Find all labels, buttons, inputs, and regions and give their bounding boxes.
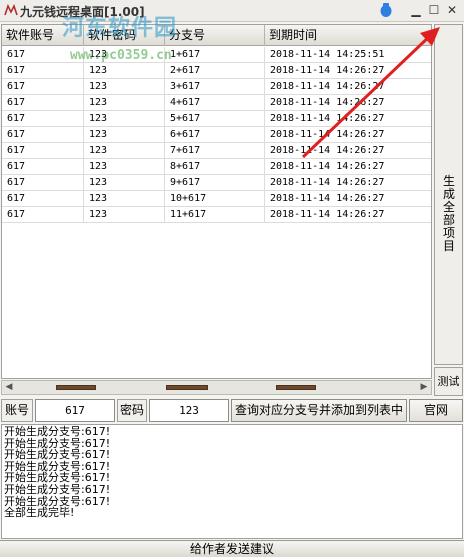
cell-expiry: 2018-11-14 14:26:27 — [265, 159, 431, 175]
cell-password: 123 — [84, 79, 165, 95]
cell-password: 123 — [84, 191, 165, 207]
scroll-left-icon[interactable]: ◀ — [2, 381, 16, 394]
password-label: 密码 — [117, 399, 147, 422]
cell-branch: 11+617 — [165, 207, 265, 223]
cell-expiry: 2018-11-14 14:26:27 — [265, 63, 431, 79]
branch-table[interactable]: 软件账号 软件密码 分支号 到期时间 617 123 1+617 2018-11-14… — [1, 24, 432, 379]
cell-password: 123 — [84, 159, 165, 175]
official-site-button[interactable]: 官网 — [409, 399, 463, 422]
cell-password: 123 — [84, 175, 165, 191]
cell-branch: 2+617 — [165, 63, 265, 79]
table-row[interactable]: 617 123 4+617 2018-11-14 14:26:27 — [2, 95, 431, 111]
cell-account: 617 — [2, 79, 84, 95]
table-row[interactable]: 617 123 1+617 2018-11-14 14:25:51 — [2, 47, 431, 63]
table-row[interactable]: 617 123 11+617 2018-11-14 14:26:27 — [2, 207, 431, 223]
generate-all-label: 生成全部项目 — [442, 174, 455, 253]
cell-expiry: 2018-11-14 14:26:27 — [265, 127, 431, 143]
cell-expiry: 2018-11-14 14:26:27 — [265, 95, 431, 111]
cell-account: 617 — [2, 63, 84, 79]
cell-password: 123 — [84, 63, 165, 79]
cell-branch: 7+617 — [165, 143, 265, 159]
cell-branch: 9+617 — [165, 175, 265, 191]
test-button[interactable]: 测试 — [434, 367, 463, 396]
table-row[interactable]: 617 123 9+617 2018-11-14 14:26:27 — [2, 175, 431, 191]
log-line: 开始生成分支号:617! — [4, 482, 111, 496]
cell-branch: 4+617 — [165, 95, 265, 111]
send-feedback-button[interactable]: 给作者发送建议 — [0, 540, 464, 557]
cell-expiry: 2018-11-14 14:26:27 — [265, 79, 431, 95]
window-title: 九元钱远程桌面[1.00] — [20, 5, 145, 19]
cell-password: 123 — [84, 47, 165, 63]
horizontal-scrollbar[interactable]: ◀ ▶ — [1, 380, 432, 395]
cell-branch: 10+617 — [165, 191, 265, 207]
table-row[interactable]: 617 123 2+617 2018-11-14 14:26:27 — [2, 63, 431, 79]
query-add-button[interactable]: 查询对应分支号并添加到列表中 — [231, 399, 407, 422]
title-bar: 九元钱远程桌面[1.00] ▁ ☐ ✕ — [0, 0, 464, 22]
cell-account: 617 — [2, 159, 84, 175]
cell-account: 617 — [2, 95, 84, 111]
table-row[interactable]: 617 123 3+617 2018-11-14 14:26:27 — [2, 79, 431, 95]
cell-account: 617 — [2, 111, 84, 127]
account-input[interactable]: 617 — [35, 399, 115, 422]
cell-password: 123 — [84, 95, 165, 111]
password-input[interactable]: 123 — [149, 399, 229, 422]
cell-expiry: 2018-11-14 14:26:27 — [265, 175, 431, 191]
cell-branch: 6+617 — [165, 127, 265, 143]
cell-password: 123 — [84, 111, 165, 127]
cell-branch: 5+617 — [165, 111, 265, 127]
table-row[interactable]: 617 123 10+617 2018-11-14 14:26:27 — [2, 191, 431, 207]
query-toolbar: 账号 617 密码 123 查询对应分支号并添加到列表中 官网 — [0, 399, 464, 422]
cell-account: 617 — [2, 207, 84, 223]
cell-expiry: 2018-11-14 14:25:51 — [265, 47, 431, 63]
account-label: 账号 — [1, 399, 33, 422]
app-icon — [4, 4, 18, 16]
column-header-password[interactable]: 软件密码 — [84, 25, 165, 46]
cell-account: 617 — [2, 47, 84, 63]
cell-password: 123 — [84, 207, 165, 223]
cell-expiry: 2018-11-14 14:26:27 — [265, 111, 431, 127]
cell-password: 123 — [84, 127, 165, 143]
cell-account: 617 — [2, 191, 84, 207]
log-line: 开始生成分支号:617! — [4, 425, 111, 438]
table-row[interactable]: 617 123 7+617 2018-11-14 14:26:27 — [2, 143, 431, 159]
column-header-branch[interactable]: 分支号 — [165, 25, 265, 46]
column-header-account[interactable]: 软件账号 — [2, 25, 84, 46]
table-row[interactable]: 617 123 5+617 2018-11-14 14:26:27 — [2, 111, 431, 127]
cell-account: 617 — [2, 143, 84, 159]
generate-all-button[interactable]: 生成全部项目 — [434, 24, 463, 365]
log-output[interactable]: 开始生成分支号:617! 开始生成分支号:617! 开始生成分支号:617! 开… — [1, 424, 463, 539]
scroll-thumb[interactable] — [166, 385, 208, 390]
cell-account: 617 — [2, 175, 84, 191]
cell-expiry: 2018-11-14 14:26:27 — [265, 207, 431, 223]
cell-expiry: 2018-11-14 14:26:27 — [265, 143, 431, 159]
minimize-button[interactable]: ▁ — [408, 3, 424, 18]
table-row[interactable]: 617 123 6+617 2018-11-14 14:26:27 — [2, 127, 431, 143]
pin-icon[interactable] — [379, 2, 393, 18]
table-row[interactable]: 617 123 8+617 2018-11-14 14:26:27 — [2, 159, 431, 175]
cell-account: 617 — [2, 127, 84, 143]
scroll-right-icon[interactable]: ▶ — [417, 381, 431, 394]
column-header-expiry[interactable]: 到期时间 — [265, 25, 431, 46]
maximize-button[interactable]: ☐ — [426, 3, 442, 18]
cell-branch: 1+617 — [165, 47, 265, 63]
scroll-thumb[interactable] — [56, 385, 96, 390]
scroll-thumb[interactable] — [276, 385, 316, 390]
table-header: 软件账号 软件密码 分支号 到期时间 — [2, 25, 431, 46]
cell-branch: 3+617 — [165, 79, 265, 95]
cell-password: 123 — [84, 143, 165, 159]
cell-branch: 8+617 — [165, 159, 265, 175]
log-line: 全部生成完毕! — [4, 506, 75, 520]
close-button[interactable]: ✕ — [444, 3, 460, 18]
cell-expiry: 2018-11-14 14:26:27 — [265, 191, 431, 207]
